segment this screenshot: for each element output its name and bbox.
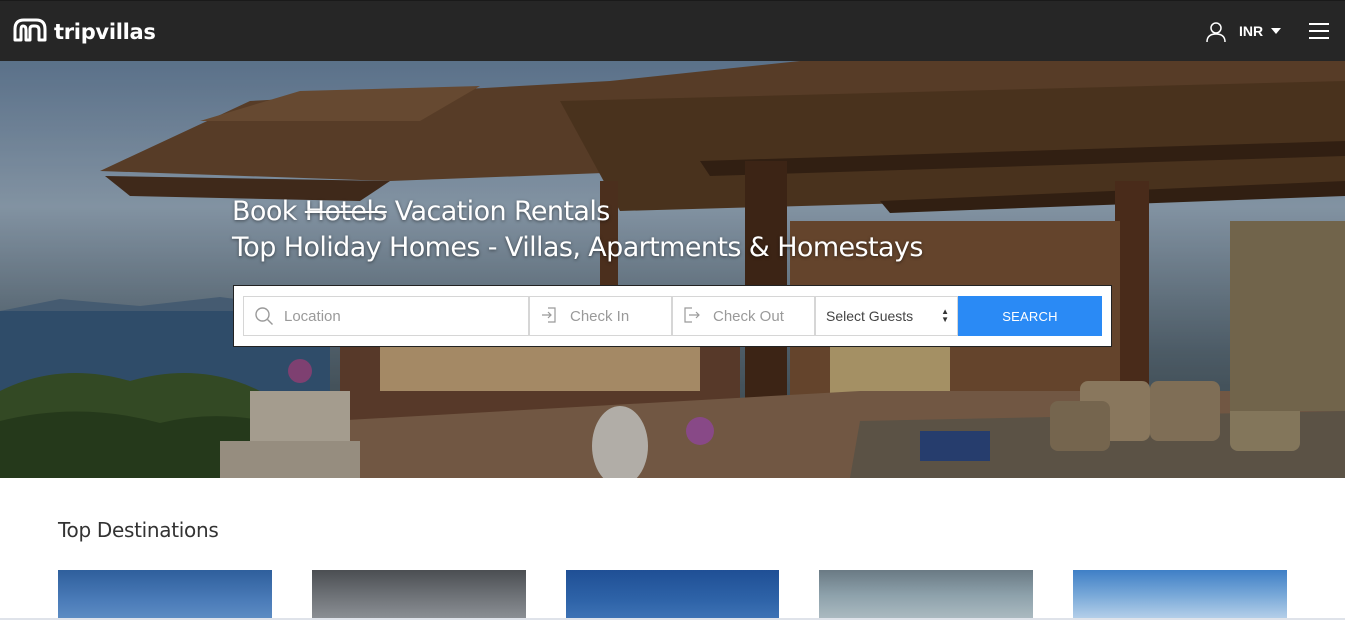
headline-line-1: Book Hotels Vacation Rentals	[232, 194, 923, 230]
destination-card[interactable]	[1073, 570, 1287, 620]
hero-overlay	[0, 61, 1345, 478]
check-out-icon	[683, 306, 703, 326]
check-in-icon	[540, 306, 560, 326]
user-icon[interactable]	[1205, 21, 1227, 43]
headline-book: Book	[232, 196, 297, 227]
select-arrows-icon: ▲ ▼	[941, 307, 949, 324]
destination-card[interactable]	[566, 570, 779, 620]
destination-card[interactable]	[819, 570, 1033, 620]
guests-selected-value: Select Guests	[826, 308, 914, 324]
currency-selector[interactable]: INR	[1239, 23, 1282, 39]
search-form: Location Check In Check Out Select Guest…	[233, 285, 1112, 347]
headline-line-2: Top Holiday Homes - Villas, Apartments &…	[232, 232, 923, 263]
destination-card[interactable]	[58, 570, 272, 620]
check-in-field[interactable]: Check In	[529, 296, 672, 336]
headline-vacation-rentals: Vacation Rentals	[394, 196, 611, 227]
check-out-placeholder: Check Out	[713, 307, 784, 325]
brand-name: tripvillas	[54, 20, 156, 44]
location-placeholder: Location	[284, 307, 341, 325]
search-icon	[254, 306, 274, 326]
hero-headline: Book Hotels Vacation Rentals Top Holiday…	[232, 194, 923, 266]
search-button[interactable]: SEARCH	[958, 296, 1102, 336]
check-in-placeholder: Check In	[570, 307, 630, 325]
section-title-top-destinations: Top Destinations	[58, 518, 219, 542]
caret-down-icon	[1271, 28, 1282, 34]
check-out-field[interactable]: Check Out	[672, 296, 815, 336]
headline-struck-word: Hotels	[304, 196, 388, 227]
hero-banner: Book Hotels Vacation Rentals Top Holiday…	[0, 61, 1345, 478]
hamburger-menu-icon[interactable]	[1309, 23, 1329, 39]
currency-label: INR	[1239, 23, 1264, 39]
destination-card[interactable]	[312, 570, 526, 620]
tripvillas-logo-icon	[12, 17, 48, 48]
brand-logo[interactable]: tripvillas	[12, 17, 156, 48]
guests-select[interactable]: Select Guests ▲ ▼	[815, 296, 958, 336]
top-navigation-bar: tripvillas INR	[0, 0, 1345, 61]
location-field[interactable]: Location	[243, 296, 529, 336]
